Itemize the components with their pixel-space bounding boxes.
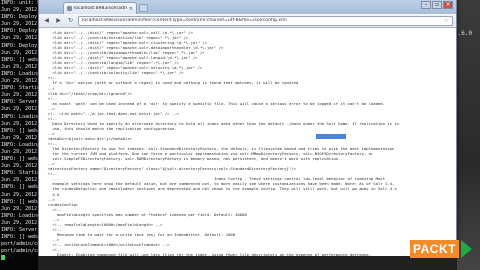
terminal-line: INFO: [] webap [1, 156, 40, 163]
terminal-line: INFO: Loading [1, 70, 40, 77]
terminal-line: Jun 29, 2012 5 [1, 163, 40, 170]
xml-source-view[interactable]: <lib dir="../../dist/" regex="apache-sol… [43, 30, 452, 256]
reload-button[interactable]: ↻ [66, 16, 75, 25]
back-button[interactable]: ◀ [42, 16, 51, 25]
terminal-line: INFO: [] webap [1, 234, 40, 241]
terminal-line: INFO: Deploying [1, 14, 40, 21]
terminal-line: Jun 29, 2012 5 [1, 35, 40, 42]
terminal-line: INFO: Loading [1, 212, 40, 219]
tab-title: localhost:8983/solr/admin/ [74, 6, 127, 11]
window-controls: – ▫ × [421, 1, 453, 10]
terminal-line: Jun 29, 2012 5 [1, 148, 40, 155]
terminal-line: INFO: [] webap [1, 127, 40, 134]
terminal-window[interactable]: INFO: unit: be Jun 29, 2012 5 INFO: Deploy… [0, 0, 40, 270]
terminal-line: port/admin/cor [1, 241, 40, 248]
minimize-button[interactable]: – [421, 1, 431, 9]
terminal-line: port/admin/cor [1, 248, 40, 255]
page-content[interactable]: <lib dir="../../dist/" regex="apache-sol… [39, 28, 456, 256]
terminal-line: INFO: [] webap [1, 184, 40, 191]
new-tab-button[interactable] [139, 4, 148, 12]
terminal-line: Jun 29, 2012 5 [1, 106, 40, 113]
terminal-line: INFO: Server st [1, 99, 40, 106]
packt-logo: PACKT [410, 238, 472, 260]
terminal-line: Jun 29, 2012 5 [1, 92, 40, 99]
browser-window[interactable]: localhost:8983/solr/admin/ × – ▫ × ◀ ▶ ↻… [38, 0, 457, 256]
play-arrow-icon [460, 240, 472, 258]
packt-logo-text: PACKT [410, 240, 459, 258]
page-icon [67, 6, 72, 11]
terminal-line: Jun 29, 2012 5 [1, 205, 40, 212]
terminal-line: Jun 29, 2012 5 [1, 134, 40, 141]
terminal-line: Jun 29, 2012 5 [1, 49, 40, 56]
terminal-line: INFO: Deploying [1, 28, 40, 35]
terminal-line: INFO: Starting [1, 85, 40, 92]
close-window-button[interactable]: × [443, 1, 453, 9]
source-line: the <indexDefaults> and <mainIndex> sect… [43, 186, 397, 192]
terminal-line: Jun 29, 2012 5 [1, 21, 40, 28]
browser-tab[interactable]: localhost:8983/solr/admin/ × [63, 2, 137, 14]
terminal-line: INFO: [] webap [1, 198, 40, 205]
terminal-line: Jun 29, 2012 5 [1, 219, 40, 226]
text-selection-highlight [316, 134, 346, 139]
terminal-line: INFO: Loading [1, 113, 40, 120]
maximize-button[interactable]: ▫ [432, 1, 442, 9]
terminal-line: Jun 29, 2012 5 [1, 191, 40, 198]
forward-button[interactable]: ▶ [54, 16, 63, 25]
terminal-line: Jun 29, 2012 5 [1, 7, 40, 14]
bookmark-star-icon[interactable]: ☆ [444, 17, 449, 24]
terminal-line: Jun 29, 2012 5 [1, 78, 40, 85]
terminal-line: INFO: [] webap [1, 56, 40, 63]
tab-close-icon[interactable]: × [129, 6, 133, 12]
terminal-line: INFO: Deploying [1, 42, 40, 49]
terminal-line: INFO: Server st [1, 227, 40, 233]
terminal-cursor [1, 255, 5, 261]
terminal-line: INFO: Starting [1, 170, 40, 177]
terminal-line: Jun 29, 2012 5 [1, 177, 40, 184]
browser-titlebar[interactable]: localhost:8983/solr/admin/ × – ▫ × [39, 0, 456, 14]
terminal-line: INFO: unit: be [1, 0, 40, 6]
address-bar[interactable]: localhost:8983/solr/admin/file/?contentT… [78, 15, 453, 26]
taskbar-strip [38, 256, 457, 270]
terminal-line: Jun 29, 2012 5 [1, 120, 40, 127]
terminal-line: Jun 29, 2012 5 [1, 63, 40, 70]
browser-toolbar: ◀ ▶ ↻ localhost:8983/solr/admin/file/?co… [39, 14, 456, 28]
url-text[interactable]: localhost:8983/solr/admin/file/?contentT… [82, 18, 442, 23]
terminal-line: INFO: Loading [1, 141, 40, 148]
